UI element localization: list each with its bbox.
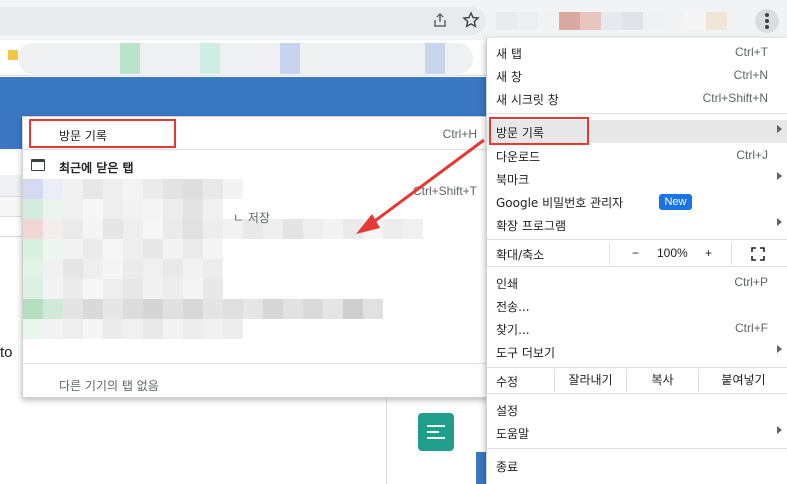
menu-item-label: 확장 프로그램 [496, 219, 567, 233]
page-edge [0, 197, 22, 217]
menu-item-shortcut: Ctrl+J [736, 148, 768, 162]
menu-item-label: 종료 [496, 460, 519, 474]
blurred-bookmark [280, 43, 300, 74]
page-text: to [0, 344, 13, 361]
page-edge [0, 175, 22, 197]
menu-item-shortcut: Ctrl+Shift+N [702, 91, 768, 105]
menu-item-zoom: 확대/축소 − 100% + [487, 242, 787, 265]
chevron-right-icon [777, 426, 782, 434]
menu-item-shortcut: Ctrl+T [735, 45, 768, 59]
bookmark-star-icon[interactable] [461, 11, 481, 31]
menu-item-more-tools[interactable]: 도구 더보기 [487, 340, 787, 363]
blurred-bookmark [425, 43, 445, 74]
divider [731, 242, 732, 265]
list-icon[interactable] [418, 413, 454, 451]
history-shortcut: Ctrl+H [442, 127, 477, 141]
chevron-right-icon [777, 345, 782, 353]
browser-window: to 방문 기록 Ctrl+H 최근에 닫은 탭 Ctrl+Shift+T ㄴ … [0, 0, 787, 484]
cut-button[interactable]: 잘라내기 [554, 369, 626, 392]
menu-item-edit: 수정 잘라내기 복사 붙여넣기 [487, 369, 787, 392]
zoom-value: 100% [657, 246, 688, 260]
blurred-bookmark [120, 43, 140, 74]
folder-icon[interactable] [8, 50, 18, 60]
menu-item-downloads[interactable]: 다운로드 Ctrl+J [487, 144, 787, 167]
history-submenu: 방문 기록 Ctrl+H 최근에 닫은 탭 Ctrl+Shift+T ㄴ 저장 … [22, 116, 490, 398]
menu-item-label: 인쇄 [496, 277, 519, 291]
menu-item-extensions[interactable]: 확장 프로그램 [487, 213, 787, 236]
highlight-box [489, 117, 589, 145]
menu-item-print[interactable]: 인쇄 Ctrl+P [487, 271, 787, 294]
menu-item-label: 새 시크릿 창 [496, 93, 559, 107]
menu-item-bookmarks[interactable]: 북마크 [487, 167, 787, 190]
zoom-out-button[interactable]: − [632, 246, 639, 260]
menu-item-label: 북마크 [496, 173, 530, 187]
fullscreen-icon[interactable] [751, 247, 765, 261]
edit-label: 수정 [496, 375, 519, 389]
address-bar[interactable] [0, 7, 486, 35]
divider [487, 266, 787, 267]
menu-item-label: 도움말 [496, 427, 530, 441]
blurred-bookmarks [18, 43, 473, 74]
menu-item-new-tab[interactable]: 새 탭 Ctrl+T [487, 41, 787, 64]
menu-item-label: 도구 더보기 [496, 346, 556, 360]
blurred-tab-title: ㄴ 저장 [233, 211, 270, 225]
tab-icon [31, 159, 45, 171]
more-vert-icon[interactable] [755, 9, 779, 33]
menu-item-label: 다운로드 [496, 150, 541, 164]
divider [487, 448, 787, 449]
menu-item-label: 새 창 [496, 70, 522, 84]
chevron-right-icon [777, 125, 782, 133]
chevron-right-icon [777, 172, 782, 180]
highlight-box [29, 119, 176, 148]
page-edge [0, 217, 22, 237]
blurred-recent-tabs[interactable] [23, 179, 423, 359]
menu-item-label: 새 탭 [496, 47, 522, 61]
divider [609, 242, 610, 265]
menu-item-password-manager[interactable]: Google 비밀번호 관리자 New [487, 190, 787, 213]
menu-item-label: 전송... [496, 300, 530, 314]
share-icon[interactable] [430, 11, 450, 31]
menu-item-find[interactable]: 찾기... Ctrl+F [487, 317, 787, 340]
divider [487, 393, 787, 394]
zoom-in-button[interactable]: + [705, 246, 712, 260]
menu-item-shortcut: Ctrl+N [733, 68, 768, 82]
divider [487, 113, 787, 114]
menu-item-settings[interactable]: 설정 [487, 398, 787, 421]
chrome-main-menu: 새 탭 Ctrl+T 새 창 Ctrl+N 새 시크릿 창 Ctrl+Shift… [486, 38, 787, 484]
divider [487, 367, 787, 368]
menu-item-incognito[interactable]: 새 시크릿 창 Ctrl+Shift+N [487, 87, 787, 110]
menu-item-shortcut: Ctrl+F [735, 321, 768, 335]
zoom-label: 확대/축소 [496, 248, 545, 262]
new-badge: New [659, 194, 692, 210]
blurred-bookmark [200, 43, 220, 74]
divider [23, 149, 489, 150]
menu-item-exit[interactable]: 종료 [487, 454, 787, 477]
menu-item-new-window[interactable]: 새 창 Ctrl+N [487, 64, 787, 87]
recent-tabs-heading: 최근에 닫은 탭 [59, 161, 134, 175]
paste-button[interactable]: 붙여넣기 [698, 369, 787, 392]
blurred-extensions [496, 12, 727, 30]
menu-item-cast[interactable]: 전송... [487, 294, 787, 317]
menu-item-label: 설정 [496, 404, 519, 418]
menu-item-help[interactable]: 도움말 [487, 421, 787, 444]
no-devices-label: 다른 기기의 탭 없음 [59, 379, 159, 393]
menu-item-label: 찾기... [496, 323, 530, 337]
menu-item-shortcut: Ctrl+P [734, 275, 768, 289]
copy-button[interactable]: 복사 [626, 369, 698, 392]
menu-item-label: Google 비밀번호 관리자 [496, 196, 624, 210]
divider [23, 363, 489, 364]
chevron-right-icon [777, 218, 782, 226]
divider [487, 239, 787, 240]
